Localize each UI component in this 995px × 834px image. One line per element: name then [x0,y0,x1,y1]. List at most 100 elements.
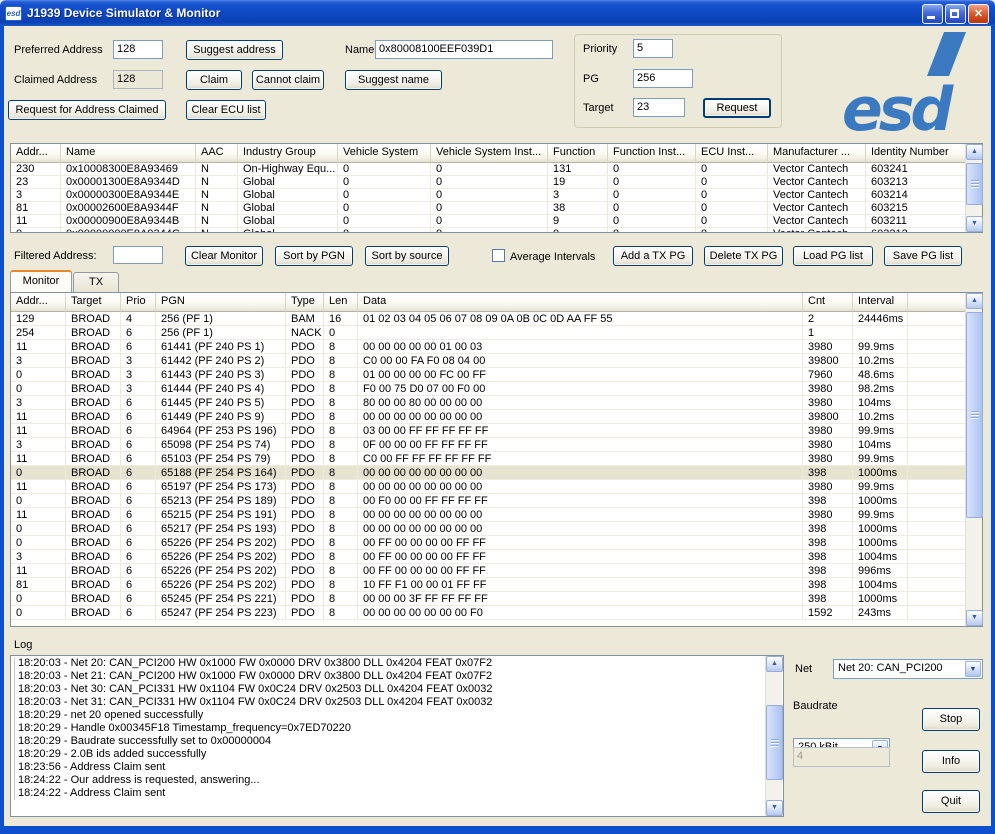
column-header[interactable]: Cnt [803,293,853,312]
pg-input[interactable]: 256 [633,69,693,88]
column-header[interactable]: Prio [121,293,156,312]
clear-ecu-list-button[interactable]: Clear ECU list [186,100,266,120]
name-input[interactable]: 0x80008100EEF039D1 [375,40,553,59]
table-row[interactable]: 11BROAD665103 (PF 254 PS 79)PDO8C0 00 FF… [11,452,982,466]
suggest-name-button[interactable]: Suggest name [345,70,442,90]
column-header[interactable]: Vehicle System [338,144,431,163]
column-header[interactable]: Len [324,293,358,312]
add-tx-pg-button[interactable]: Add a TX PG [613,246,693,266]
table-row[interactable]: 2300x10008300E8A93469NOn-Highway Equ...0… [11,163,982,176]
filtered-address-input[interactable] [113,246,163,264]
table-row[interactable]: 0BROAD361443 (PF 240 PS 3)PDO801 00 00 0… [11,368,982,382]
table-row[interactable]: 129BROAD4256 (PF 1)BAM1601 02 03 04 05 0… [11,312,982,326]
scroll-up-button[interactable]: ▲ [966,144,983,160]
column-header[interactable]: Identity Number [866,144,967,163]
table-row[interactable]: 0BROAD665247 (PF 254 PS 223)PDO800 00 00… [11,606,982,620]
average-intervals-checkbox[interactable] [492,249,505,262]
column-header[interactable]: Interval [853,293,908,312]
preferred-address-input[interactable]: 128 [113,40,163,59]
claim-button[interactable]: Claim [186,70,242,90]
table-row[interactable]: 11BROAD665197 (PF 254 PS 173)PDO800 00 0… [11,480,982,494]
info-button[interactable]: Info [922,750,980,773]
table-row[interactable]: 11BROAD661449 (PF 240 PS 9)PDO800 00 00 … [11,410,982,424]
column-header[interactable]: Function [548,144,608,163]
table-row[interactable]: 3BROAD665098 (PF 254 PS 74)PDO80F 00 00 … [11,438,982,452]
quit-button[interactable]: Quit [922,790,980,813]
cell: 10.2ms [853,354,908,368]
scrollbar-thumb[interactable] [766,705,783,780]
column-header[interactable]: Vehicle System Inst... [431,144,548,163]
table-row[interactable]: 30x00000300E8A9344ENGlobal00300Vector Ca… [11,189,982,202]
cell: 1004ms [853,578,908,592]
net-combobox[interactable]: Net 20: CAN_PCI200 ▼ [833,659,983,679]
clear-monitor-button[interactable]: Clear Monitor [185,246,263,266]
cell: 398 [803,564,853,578]
suggest-address-button[interactable]: Suggest address [186,40,283,60]
priority-input[interactable]: 5 [633,39,673,58]
column-header[interactable]: Type [286,293,324,312]
load-pg-list-button[interactable]: Load PG list [793,246,873,266]
column-header[interactable]: Addr... [11,293,66,312]
scrollbar-thumb[interactable] [966,312,983,518]
column-header[interactable]: Target [66,293,121,312]
log-textarea[interactable]: 18:20:03 - Net 20: CAN_PCI200 HW 0x1000 … [10,655,784,817]
table-row[interactable]: 3BROAD361442 (PF 240 PS 2)PDO8C0 00 00 F… [11,354,982,368]
cell: 61441 (PF 240 PS 1) [156,340,286,354]
column-header[interactable]: Data [358,293,803,312]
table-row[interactable]: 11BROAD661441 (PF 240 PS 1)PDO800 00 00 … [11,340,982,354]
chevron-down-icon[interactable]: ▼ [965,661,981,677]
stop-button[interactable]: Stop [922,708,980,731]
tab-monitor[interactable]: Monitor [10,270,72,292]
cannot-claim-button[interactable]: Cannot claim [252,70,324,90]
table-row[interactable]: 254BROAD6256 (PF 1)NACK01 [11,326,982,340]
scroll-down-button[interactable]: ▼ [966,216,983,232]
cell [908,354,967,368]
column-header[interactable]: PGN [156,293,286,312]
column-header[interactable]: Industry Group [238,144,338,163]
table-row[interactable]: 11BROAD665215 (PF 254 PS 191)PDO800 00 0… [11,508,982,522]
log-scrollbar[interactable]: ▲ ▼ [765,656,782,816]
save-pg-list-button[interactable]: Save PG list [884,246,962,266]
column-header[interactable]: Name [61,144,196,163]
cell: 00 00 00 00 00 00 00 00 [358,466,803,480]
column-header[interactable]: AAC [196,144,238,163]
table-row[interactable]: 11BROAD665226 (PF 254 PS 202)PDO800 FF 0… [11,564,982,578]
table-row[interactable]: 110x00000900E8A9344BNGlobal00900Vector C… [11,215,982,228]
column-header[interactable]: Function Inst... [608,144,696,163]
sort-by-pgn-button[interactable]: Sort by PGN [275,246,353,266]
table-row[interactable]: 0BROAD361444 (PF 240 PS 4)PDO8F0 00 75 D… [11,382,982,396]
table-row[interactable]: 0BROAD665217 (PF 254 PS 193)PDO800 00 00… [11,522,982,536]
table-row[interactable]: 00x00000000E8A9344CNGlobal00000Vector Ca… [11,228,982,233]
monitor-table-scrollbar[interactable]: ▲ ▼ [965,293,982,626]
table-row[interactable]: 0BROAD665226 (PF 254 PS 202)PDO800 FF 00… [11,536,982,550]
scrollbar-thumb[interactable] [966,163,983,205]
request-button[interactable]: Request [703,98,771,118]
minimize-button[interactable] [922,4,943,24]
cell: 0 [696,215,768,228]
scroll-down-button[interactable]: ▼ [966,610,983,626]
maximize-button[interactable] [945,4,966,24]
tab-tx[interactable]: TX [73,272,119,292]
target-input[interactable]: 23 [633,98,685,117]
column-header[interactable]: Manufacturer ... [768,144,866,163]
table-row[interactable]: 810x00002600E8A9344FNGlobal003800Vector … [11,202,982,215]
table-row[interactable]: 11BROAD664964 (PF 253 PS 196)PDO803 00 0… [11,424,982,438]
delete-tx-pg-button[interactable]: Delete TX PG [704,246,783,266]
sort-by-source-button[interactable]: Sort by source [365,246,449,266]
table-row[interactable]: 0BROAD665213 (PF 254 PS 189)PDO800 F0 00… [11,494,982,508]
request-address-claimed-button[interactable]: Request for Address Claimed [8,100,166,120]
column-header[interactable]: Addr... [11,144,61,163]
table-row[interactable]: 0BROAD665188 (PF 254 PS 164)PDO800 00 00… [11,466,982,480]
close-button[interactable]: ✕ [968,4,989,24]
scroll-up-button[interactable]: ▲ [766,656,783,672]
ecu-table-scrollbar[interactable]: ▲ ▼ [965,144,982,232]
column-header[interactable]: ECU Inst... [696,144,768,163]
table-row[interactable]: 230x00001300E8A9344DNGlobal001900Vector … [11,176,982,189]
title-bar[interactable]: esd J1939 Device Simulator & Monitor ✕ [0,0,995,26]
table-row[interactable]: 3BROAD661445 (PF 240 PS 5)PDO880 00 00 8… [11,396,982,410]
table-row[interactable]: 0BROAD665245 (PF 254 PS 221)PDO800 00 00… [11,592,982,606]
table-row[interactable]: 81BROAD665226 (PF 254 PS 202)PDO810 FF F… [11,578,982,592]
scroll-down-button[interactable]: ▼ [766,800,783,816]
table-row[interactable]: 3BROAD665226 (PF 254 PS 202)PDO800 FF 00… [11,550,982,564]
scroll-up-button[interactable]: ▲ [966,293,983,309]
